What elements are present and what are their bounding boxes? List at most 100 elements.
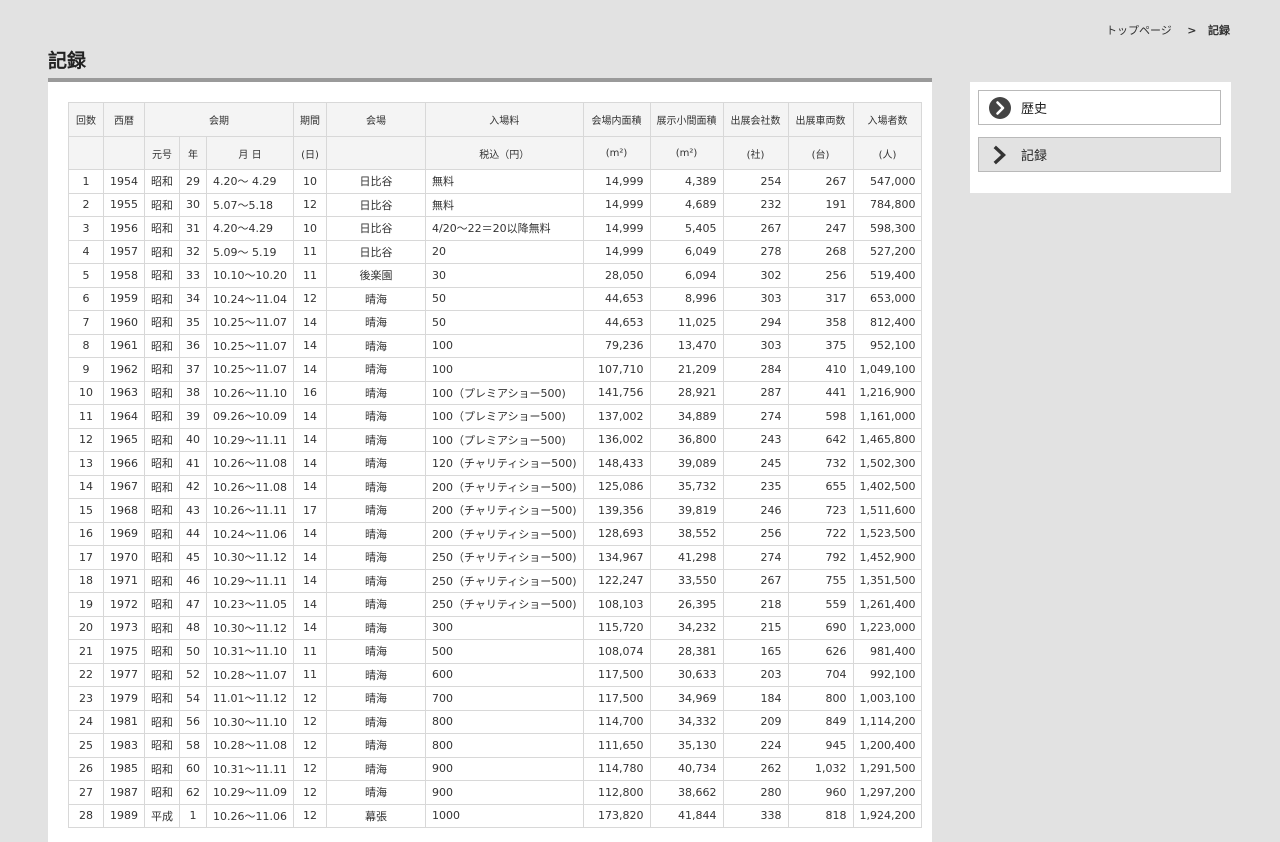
table-row: 6 1959 昭和 34 10.24～11.04 12 晴海 50 44,653 8,996 303… [68, 286, 923, 311]
table-row: 3 1956 昭和 31 4.20～4.29 10 日比谷 4/20～22＝20以降無料 14,… [68, 216, 923, 241]
cell-era: 昭和 [144, 568, 180, 593]
cell-booth: 26,395 [649, 592, 724, 617]
cell-companies: 246 [722, 498, 789, 523]
cell-year: 1958 [103, 263, 145, 288]
subheader-fee: 税込（円） [424, 136, 584, 170]
cell-year: 1981 [103, 709, 145, 734]
cell-no: 17 [68, 545, 104, 570]
cell-fee: 100 [424, 333, 584, 358]
cell-dates: 4.20～ 4.29 [206, 169, 294, 194]
table-row: 26 1985 昭和 60 10.31～11.11 12 晴海 900 114,780 40,73… [68, 756, 923, 781]
cell-area: 108,074 [582, 639, 651, 664]
cell-era-year: 52 [179, 662, 207, 687]
cell-area: 14,999 [582, 216, 651, 241]
table-row: 11 1964 昭和 39 09.26～10.09 14 晴海 100（プレミアショー500)… [68, 404, 923, 429]
cell-year: 1971 [103, 568, 145, 593]
cell-vehicles: 792 [787, 545, 854, 570]
cell-vehicles: 1,032 [787, 756, 854, 781]
breadcrumb-home-link[interactable]: トップページ [1106, 24, 1172, 37]
sidebar-item-records[interactable]: 記録 [978, 137, 1221, 172]
cell-no: 19 [68, 592, 104, 617]
cell-vehicles: 704 [787, 662, 854, 687]
cell-booth: 11,025 [649, 310, 724, 335]
cell-days: 14 [292, 545, 327, 570]
cell-year: 1956 [103, 216, 145, 241]
cell-venue: 晴海 [325, 780, 426, 805]
cell-year: 1972 [103, 592, 145, 617]
cell-era: 昭和 [144, 756, 180, 781]
cell-visitors: 1,049,100 [852, 357, 923, 382]
header-days: 期間 [292, 102, 327, 137]
cell-era-year: 40 [179, 427, 207, 452]
header-fee: 入場料 [424, 102, 584, 137]
cell-year: 1983 [103, 733, 145, 758]
cell-booth: 6,094 [649, 263, 724, 288]
cell-vehicles: 800 [787, 686, 854, 711]
subheader-days: (日) [292, 136, 327, 170]
cell-year: 1966 [103, 451, 145, 476]
cell-visitors: 1,223,000 [852, 615, 923, 640]
cell-year: 1973 [103, 615, 145, 640]
cell-year: 1960 [103, 310, 145, 335]
cell-visitors: 1,216,900 [852, 380, 923, 405]
cell-companies: 245 [722, 451, 789, 476]
chevron-circle-right-icon [989, 96, 1011, 119]
cell-vehicles: 358 [787, 310, 854, 335]
records-table-body: 1 1954 昭和 29 4.20～ 4.29 10 日比谷 無料 14,999 4,389 254… [68, 169, 923, 828]
cell-area: 112,800 [582, 780, 651, 805]
cell-no: 27 [68, 780, 104, 805]
cell-venue: 晴海 [325, 380, 426, 405]
cell-fee: 250（チャリティショー500) [424, 592, 584, 617]
cell-no: 20 [68, 615, 104, 640]
cell-fee: 無料 [424, 169, 584, 194]
cell-visitors: 1,523,500 [852, 521, 923, 546]
cell-dates: 5.07～5.18 [206, 192, 294, 217]
cell-era-year: 35 [179, 310, 207, 335]
cell-era: 昭和 [144, 263, 180, 288]
subheader-companies: (社) [722, 136, 789, 170]
cell-year: 1985 [103, 756, 145, 781]
cell-days: 12 [292, 286, 327, 311]
cell-venue: 日比谷 [325, 169, 426, 194]
table-row: 12 1965 昭和 40 10.29～11.11 14 晴海 100（プレミアショー500)… [68, 427, 923, 452]
cell-dates: 11.01～11.12 [206, 686, 294, 711]
cell-booth: 34,889 [649, 404, 724, 429]
cell-no: 21 [68, 639, 104, 664]
sidebar-item-history[interactable]: 歴史 [978, 90, 1221, 125]
cell-vehicles: 267 [787, 169, 854, 194]
header-booth: 展示小間面積 [649, 102, 724, 137]
cell-companies: 235 [722, 474, 789, 499]
cell-era-year: 38 [179, 380, 207, 405]
subheader-dates: 月 日 [206, 136, 294, 170]
cell-fee: 200（チャリティショー500) [424, 498, 584, 523]
cell-dates: 10.26～11.08 [206, 451, 294, 476]
cell-year: 1961 [103, 333, 145, 358]
cell-visitors: 1,200,400 [852, 733, 923, 758]
cell-year: 1989 [103, 803, 145, 828]
cell-year: 1969 [103, 521, 145, 546]
cell-area: 139,356 [582, 498, 651, 523]
table-row: 10 1963 昭和 38 10.26～11.10 16 晴海 100（プレミアショー500)… [68, 380, 923, 405]
cell-area: 148,433 [582, 451, 651, 476]
cell-fee: 50 [424, 286, 584, 311]
cell-era: 昭和 [144, 733, 180, 758]
cell-companies: 303 [722, 286, 789, 311]
cell-booth: 8,996 [649, 286, 724, 311]
cell-venue: 晴海 [325, 357, 426, 382]
cell-area: 79,236 [582, 333, 651, 358]
cell-era: 昭和 [144, 169, 180, 194]
cell-no: 16 [68, 521, 104, 546]
header-venue: 会場 [325, 102, 426, 137]
cell-era: 昭和 [144, 216, 180, 241]
cell-days: 14 [292, 474, 327, 499]
cell-venue: 晴海 [325, 733, 426, 758]
cell-area: 44,653 [582, 286, 651, 311]
cell-fee: 700 [424, 686, 584, 711]
page-title: 記録 [48, 50, 87, 72]
cell-no: 1 [68, 169, 104, 194]
cell-booth: 13,470 [649, 333, 724, 358]
cell-companies: 302 [722, 263, 789, 288]
cell-visitors: 1,297,200 [852, 780, 923, 805]
table-row: 7 1960 昭和 35 10.25～11.07 14 晴海 50 44,653 11,025 29… [68, 310, 923, 335]
table-row: 22 1977 昭和 52 10.28～11.07 11 晴海 600 117,500 30,63… [68, 662, 923, 687]
